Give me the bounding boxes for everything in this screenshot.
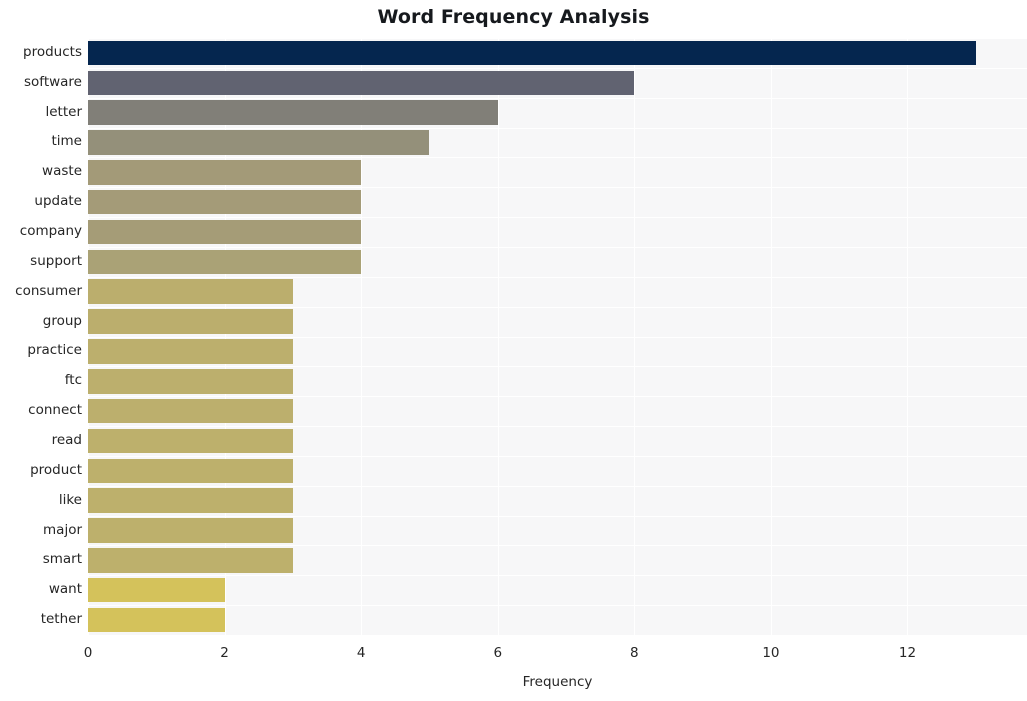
bar-row bbox=[88, 398, 1027, 424]
y-tick-label-practice: practice bbox=[27, 342, 82, 359]
y-tick-label-major: major bbox=[43, 521, 82, 538]
bar-consumer bbox=[88, 279, 293, 304]
y-tick-label-update: update bbox=[34, 193, 82, 210]
bar-practice bbox=[88, 339, 293, 364]
bar-smart bbox=[88, 548, 293, 573]
bar-read bbox=[88, 428, 293, 454]
bar-company bbox=[88, 219, 362, 245]
bar-row bbox=[88, 100, 1027, 125]
y-tick-label-consumer: consumer bbox=[15, 282, 82, 299]
y-tick-label-support: support bbox=[30, 252, 82, 269]
bar-update bbox=[88, 189, 362, 215]
x-tick-label-10: 10 bbox=[762, 645, 780, 661]
x-tick-label-12: 12 bbox=[898, 645, 917, 661]
bar-row bbox=[88, 607, 1027, 633]
bar-row bbox=[88, 160, 1027, 185]
bar-row bbox=[88, 488, 1027, 513]
bar-ftc bbox=[88, 369, 293, 394]
chart-title: Word Frequency Analysis bbox=[377, 6, 650, 28]
bar-row bbox=[88, 339, 1027, 364]
x-axis-title: Frequency bbox=[522, 674, 593, 690]
bar-time bbox=[88, 130, 430, 155]
bar-waste bbox=[88, 160, 362, 185]
y-tick-label-smart: smart bbox=[42, 551, 82, 568]
x-tick-label-6: 6 bbox=[493, 645, 503, 661]
bar-row bbox=[88, 548, 1027, 573]
bar-connect bbox=[88, 398, 293, 424]
bar-row bbox=[88, 279, 1027, 304]
bar-row bbox=[88, 428, 1027, 454]
bar-software bbox=[88, 70, 635, 95]
x-tick-label-2: 2 bbox=[220, 645, 229, 661]
x-tick-label-0: 0 bbox=[83, 645, 93, 661]
bar-chart-figure: Word Frequency Analysis products software… bbox=[0, 0, 1027, 701]
bar-like bbox=[88, 488, 293, 513]
bar-row bbox=[88, 249, 1027, 275]
bar-row bbox=[88, 458, 1027, 484]
y-tick-label-products: products bbox=[23, 43, 82, 60]
bar-row bbox=[88, 40, 1027, 66]
bar-row bbox=[88, 189, 1027, 215]
y-tick-label-ftc: ftc bbox=[64, 372, 82, 389]
x-tick-label-4: 4 bbox=[356, 645, 366, 661]
bar-row bbox=[88, 70, 1027, 95]
y-tick-label-want: want bbox=[48, 581, 82, 598]
y-tick-label-time: time bbox=[51, 133, 82, 150]
bars-layer bbox=[88, 38, 1027, 635]
x-tick-label-8: 8 bbox=[630, 645, 639, 661]
bar-letter bbox=[88, 100, 498, 125]
bar-product bbox=[88, 458, 293, 484]
y-tick-label-read: read bbox=[51, 431, 82, 448]
y-tick-label-waste: waste bbox=[42, 163, 82, 180]
y-tick-label-product: product bbox=[30, 461, 82, 478]
y-tick-label-tether: tether bbox=[40, 611, 82, 628]
bar-row bbox=[88, 130, 1027, 155]
y-axis: products software letter time waste update com… bbox=[0, 38, 82, 635]
bar-want bbox=[88, 577, 225, 603]
plot-area bbox=[88, 38, 1027, 636]
bar-group bbox=[88, 309, 293, 334]
bar-major bbox=[88, 518, 293, 543]
y-tick-label-software: software bbox=[24, 73, 82, 90]
y-tick-label-connect: connect bbox=[28, 402, 82, 419]
bar-row bbox=[88, 219, 1027, 245]
x-axis: 0 2 4 6 8 10 12 bbox=[84, 635, 1027, 665]
bar-products bbox=[88, 40, 976, 66]
bar-row bbox=[88, 577, 1027, 603]
bar-row bbox=[88, 369, 1027, 394]
y-tick-label-group: group bbox=[42, 312, 82, 329]
bar-support bbox=[88, 249, 362, 275]
y-tick-label-like: like bbox=[58, 491, 82, 508]
bar-tether bbox=[88, 607, 225, 633]
bar-row bbox=[88, 518, 1027, 543]
bar-row bbox=[88, 309, 1027, 334]
y-tick-label-company: company bbox=[19, 223, 82, 240]
y-tick-label-letter: letter bbox=[45, 103, 83, 120]
